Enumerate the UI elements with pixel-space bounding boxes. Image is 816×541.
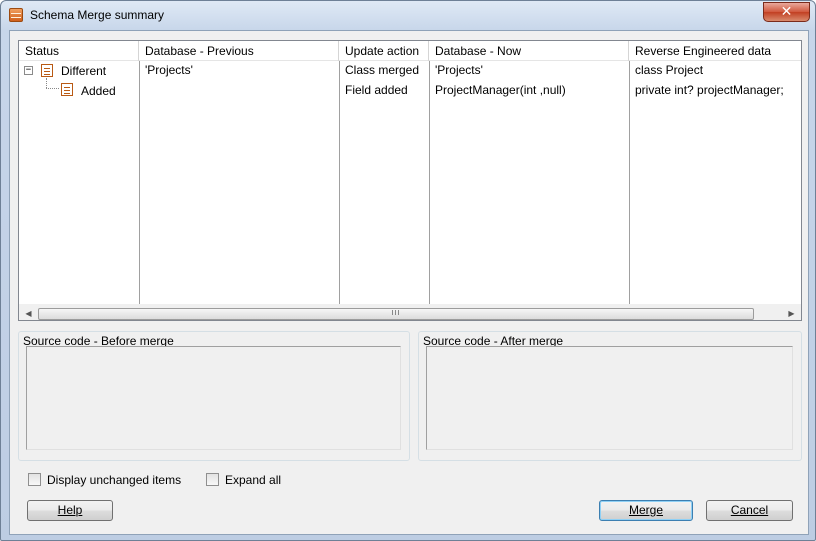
- tree-connector: [46, 78, 47, 88]
- display-unchanged-checkbox[interactable]: [28, 473, 41, 486]
- class-node-icon: [41, 64, 53, 77]
- display-unchanged-label[interactable]: Display unchanged items: [47, 473, 181, 487]
- expand-all-checkbox[interactable]: [206, 473, 219, 486]
- column-header-db-previous[interactable]: Database - Previous: [139, 41, 339, 61]
- scroll-left-arrow-icon[interactable]: ◀: [22, 307, 35, 320]
- column-header-db-now[interactable]: Database - Now: [429, 41, 629, 61]
- source-after-panel: Source code - After merge: [418, 331, 802, 461]
- scrollbar-thumb[interactable]: III: [38, 308, 754, 320]
- merge-tree-grid[interactable]: Status Database - Previous Update action…: [18, 40, 802, 321]
- scroll-right-arrow-icon[interactable]: ▶: [785, 307, 798, 320]
- field-node-icon: [61, 83, 73, 96]
- grid-header: Status Database - Previous Update action…: [19, 41, 801, 61]
- row-update-action: Class merged: [345, 63, 420, 77]
- column-header-update-action[interactable]: Update action: [339, 41, 429, 61]
- column-header-status[interactable]: Status: [19, 41, 139, 61]
- expand-all-option[interactable]: Expand all: [206, 472, 296, 488]
- row-status: Different: [61, 64, 107, 78]
- source-after-box[interactable]: [426, 346, 793, 450]
- app-icon: [9, 8, 23, 22]
- merge-button[interactable]: Merge: [599, 500, 693, 521]
- row-db-now: ProjectManager(int ,null): [435, 83, 566, 97]
- cancel-button[interactable]: Cancel: [706, 500, 793, 521]
- column-divider: [629, 61, 630, 309]
- row-reverse-engineered: class Project: [635, 63, 704, 77]
- row-db-now: 'Projects': [435, 63, 483, 77]
- collapse-toggle-icon[interactable]: −: [24, 66, 33, 75]
- source-before-box[interactable]: [26, 346, 401, 450]
- column-divider: [139, 61, 140, 309]
- horizontal-scrollbar[interactable]: ◀ III ▶: [19, 304, 801, 320]
- dialog-client-area: Status Database - Previous Update action…: [9, 30, 809, 535]
- display-unchanged-option[interactable]: Display unchanged items: [28, 472, 188, 488]
- tree-connector: [46, 88, 59, 89]
- window-title: Schema Merge summary: [30, 8, 165, 22]
- schema-merge-window: Schema Merge summary ✕ Status Database -…: [0, 0, 816, 541]
- column-header-reverse-engineered[interactable]: Reverse Engineered data: [629, 41, 801, 61]
- row-status: Added: [81, 84, 116, 98]
- column-divider: [339, 61, 340, 309]
- close-button[interactable]: ✕: [763, 2, 810, 22]
- row-update-action: Field added: [345, 83, 408, 97]
- column-divider: [429, 61, 430, 309]
- row-reverse-engineered: private int? projectManager;: [635, 83, 784, 97]
- row-db-previous: 'Projects': [145, 63, 193, 77]
- expand-all-label[interactable]: Expand all: [225, 473, 281, 487]
- source-before-panel: Source code - Before merge: [18, 331, 410, 461]
- title-bar[interactable]: Schema Merge summary ✕: [1, 1, 815, 29]
- help-button[interactable]: Help: [27, 500, 113, 521]
